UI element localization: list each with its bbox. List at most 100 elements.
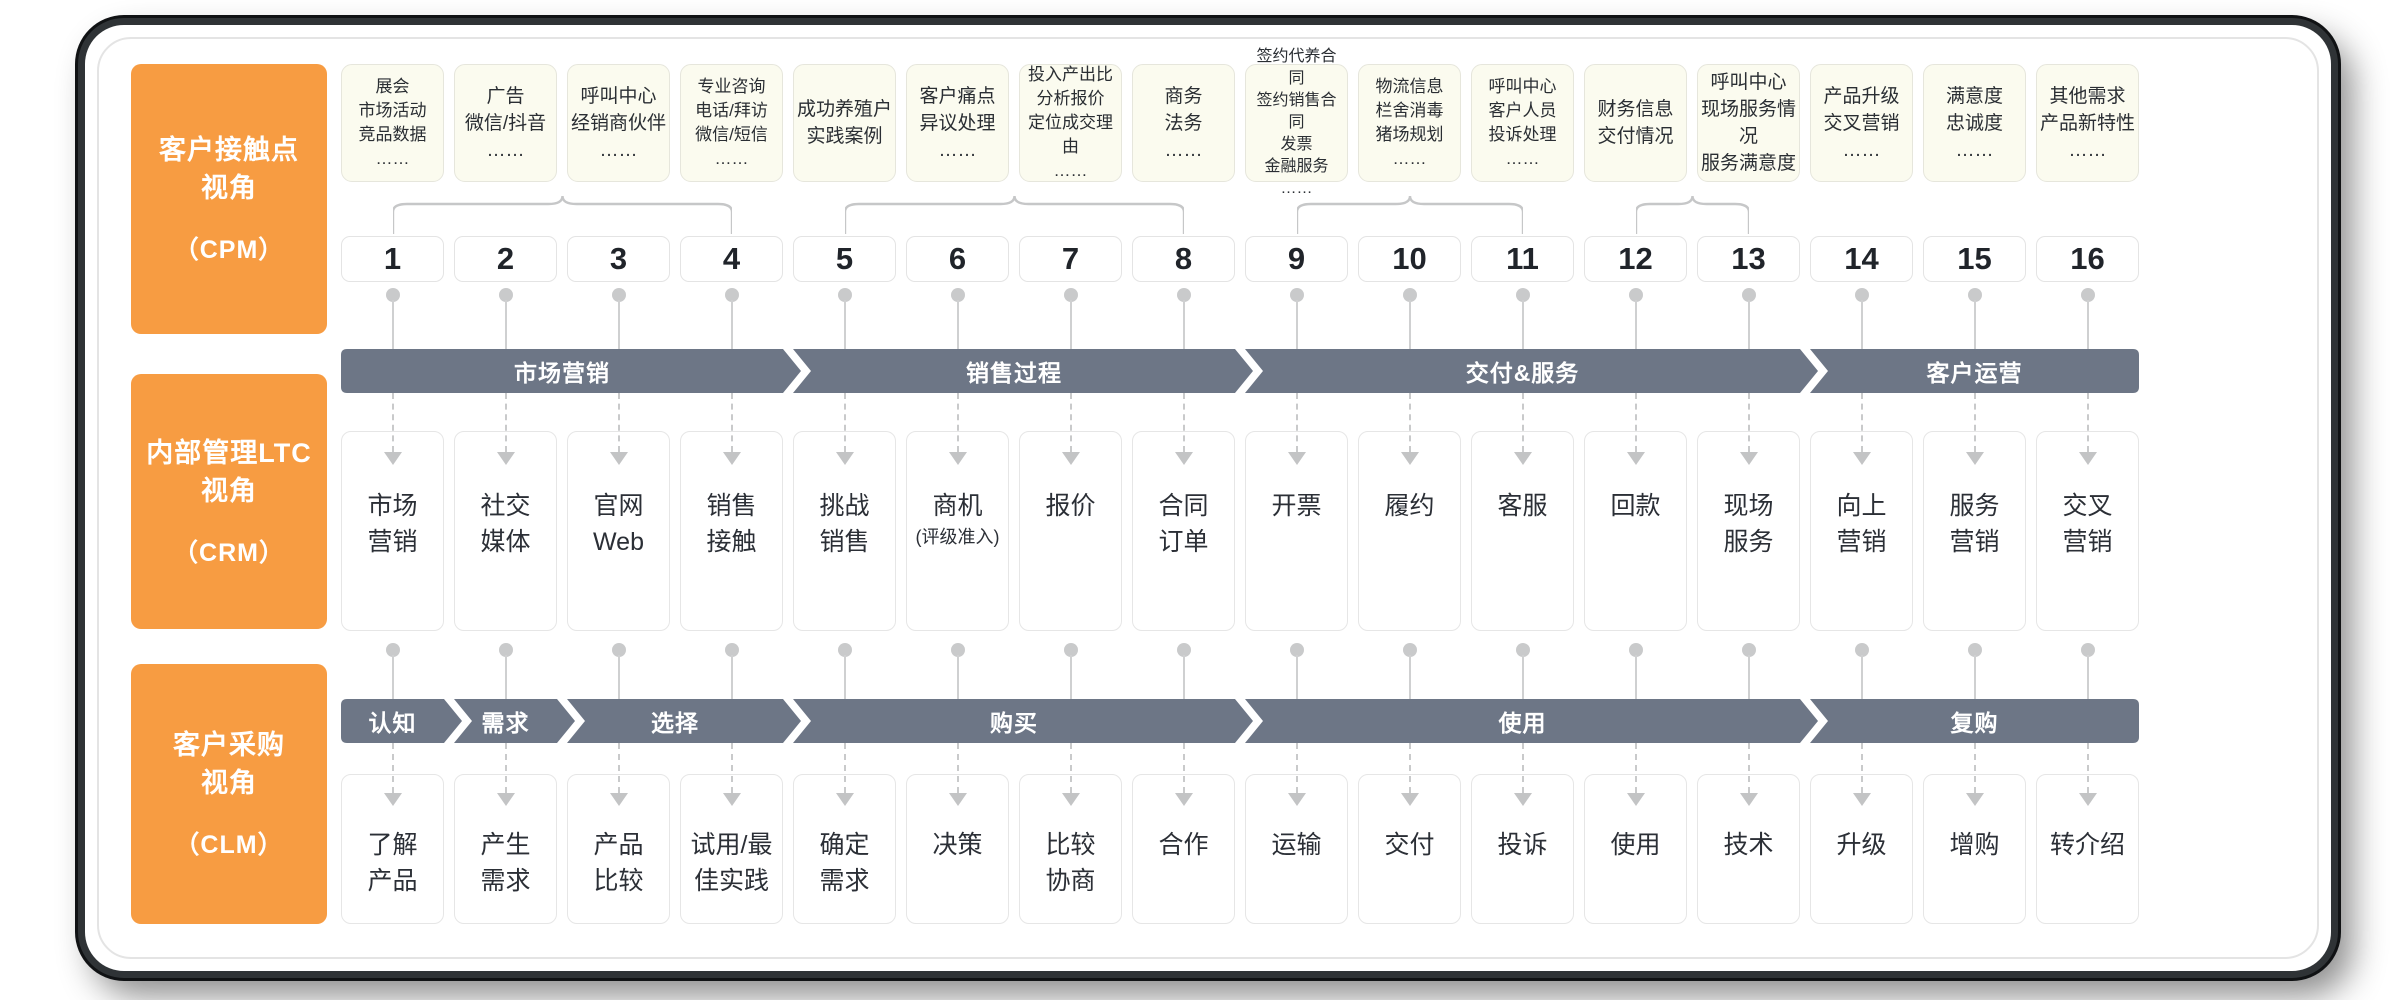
crm-stage-text: 官网Web [593,488,644,560]
column-number-10: 10 [1358,236,1461,282]
column-number-12: 12 [1584,236,1687,282]
crm-stage-line: 媒体 [480,524,530,560]
diagram-root: 客户接触点 视角 （CPM） 内部管理LTC 视角 （CRM） 客户采购 视角 … [0,0,2400,1000]
crm-inflow-2-dash [505,393,507,452]
column-number-label: 7 [1062,241,1079,277]
crm-inflow-7-dash [1070,393,1072,452]
touchpoint-group-brace-3 [1297,194,1523,234]
touchpoint-line: 电话/拜访 [695,99,768,123]
clm-inflow-15-dash [1974,743,1976,793]
clm-stage-text: 增购 [1949,827,1999,863]
crm-inflow-1-dash [392,393,394,452]
crm-stage-line: 销售 [706,488,756,524]
clm-inflow-16-arrowhead [2079,793,2097,806]
touchpoint-line: 法务 [1164,110,1202,137]
crm-stage-line: 营销 [1949,524,1999,560]
clm-stage-text: 决策 [932,827,982,863]
clm-stage-text: 技术 [1723,827,1773,863]
clm-inflow-3-arrowhead [610,793,628,806]
touchpoint-line: 呼叫中心 [1489,75,1557,99]
crm-inflow-10-arrowhead [1401,452,1419,465]
column-number-label: 10 [1392,241,1426,277]
touchpoint-group-brace-4 [1636,194,1749,234]
column-connector-stem-13 [1748,300,1750,349]
touchpoint-card-15: 满意度忠诚度…… [1923,64,2026,182]
clm-inflow-13-arrowhead [1740,793,1758,806]
clm-inflow-7-arrowhead [1062,793,1080,806]
crm-stage-text: 合同订单 [1158,488,1208,560]
crm-stage-line: 销售 [819,524,869,560]
touchpoint-line: 服务满意度 [1701,150,1796,177]
clm-stage-line: 技术 [1723,827,1773,863]
touchpoint-line: 呼叫中心 [571,83,666,110]
clm-stage-line: 协商 [1045,863,1095,899]
touchpoint-line: …… [359,147,427,171]
column-number-label: 6 [949,241,966,277]
column-connector-stem-3 [618,300,620,349]
band-cpm-line1: 客户接触点 [159,131,299,169]
column-number-label: 15 [1957,241,1991,277]
device-frame: 客户接触点 视角 （CPM） 内部管理LTC 视角 （CRM） 客户采购 视角 … [78,18,2338,978]
clm-stage-line: 需求 [480,863,530,899]
crm-stage-line: 开票 [1271,488,1321,524]
crm-stage-line: 履约 [1384,488,1434,524]
touchpoint-text: 满意度忠诚度…… [1946,83,2003,164]
touchpoint-line: 经销商伙伴 [571,110,666,137]
crm-connector-stem-13 [1748,655,1750,699]
crm-stage-line: 营销 [1836,524,1886,560]
column-number-13: 13 [1697,236,1800,282]
clm-stage-line: 交付 [1384,827,1434,863]
clm-phase-label-1: 认知 [369,704,417,738]
clm-phase-label-3: 选择 [651,704,699,738]
crm-connector-stem-4 [731,655,733,699]
crm-inflow-2-arrowhead [497,452,515,465]
touchpoint-line: 异议处理 [919,110,995,137]
column-connector-stem-1 [392,300,394,349]
clm-inflow-2-arrowhead [497,793,515,806]
crm-stage-line: 营销 [367,524,417,560]
crm-connector-stem-6 [957,655,959,699]
crm-stage-line: 订单 [1158,524,1208,560]
touchpoint-text: 呼叫中心现场服务情况服务满意度 [1701,69,1796,177]
ltc-phase-label-2: 销售过程 [966,354,1062,388]
crm-inflow-3-arrowhead [610,452,628,465]
touchpoint-line: 展会 [359,75,427,99]
crm-stage-line: 社交 [480,488,530,524]
diagram-canvas: 客户接触点 视角 （CPM） 内部管理LTC 视角 （CRM） 客户采购 视角 … [99,39,2311,951]
touchpoint-line: 投诉处理 [1489,123,1557,147]
touchpoint-line: …… [1376,147,1444,171]
touchpoint-line: …… [919,137,995,164]
touchpoint-line: 满意度 [1946,83,2003,110]
column-connector-stem-9 [1296,300,1298,349]
crm-stage-line: 官网 [593,488,644,524]
clm-inflow-5-arrowhead [836,793,854,806]
ltc-phase-label-3: 交付&服务 [1466,354,1580,388]
band-crm-line1: 内部管理LTC [146,434,311,472]
clm-stage-line: 比较 [1045,827,1095,863]
crm-connector-stem-14 [1861,655,1863,699]
touchpoint-line: …… [1946,137,2003,164]
touchpoint-text: 专业咨询电话/拜访微信/短信…… [695,75,768,171]
clm-stage-text: 升级 [1836,827,1886,863]
touchpoint-text: 投入产出比分析报价定位成交理由…… [1023,63,1118,183]
clm-stage-text: 试用/最佳实践 [691,827,773,899]
crm-inflow-12-dash [1635,393,1637,452]
touchpoint-card-16: 其他需求产品新特性…… [2036,64,2139,182]
ltc-phase-label-1: 市场营销 [514,354,610,388]
clm-inflow-12-dash [1635,743,1637,793]
band-clm-code: （CLM） [174,828,283,862]
touchpoint-line: …… [1023,159,1118,183]
touchpoint-line: 物流信息 [1376,75,1444,99]
crm-inflow-8-arrowhead [1175,452,1193,465]
clm-inflow-9-arrowhead [1288,793,1306,806]
column-connector-stem-4 [731,300,733,349]
clm-stage-text: 比较协商 [1045,827,1095,899]
crm-stage-line: 挑战 [819,488,869,524]
crm-connector-stem-1 [392,655,394,699]
clm-inflow-5-dash [844,743,846,793]
crm-inflow-11-dash [1522,393,1524,452]
crm-inflow-15-arrowhead [1966,452,1984,465]
touchpoint-line: 产品升级 [1823,83,1899,110]
crm-stage-text: 服务营销 [1949,488,1999,560]
clm-stage-line: 产生 [480,827,530,863]
